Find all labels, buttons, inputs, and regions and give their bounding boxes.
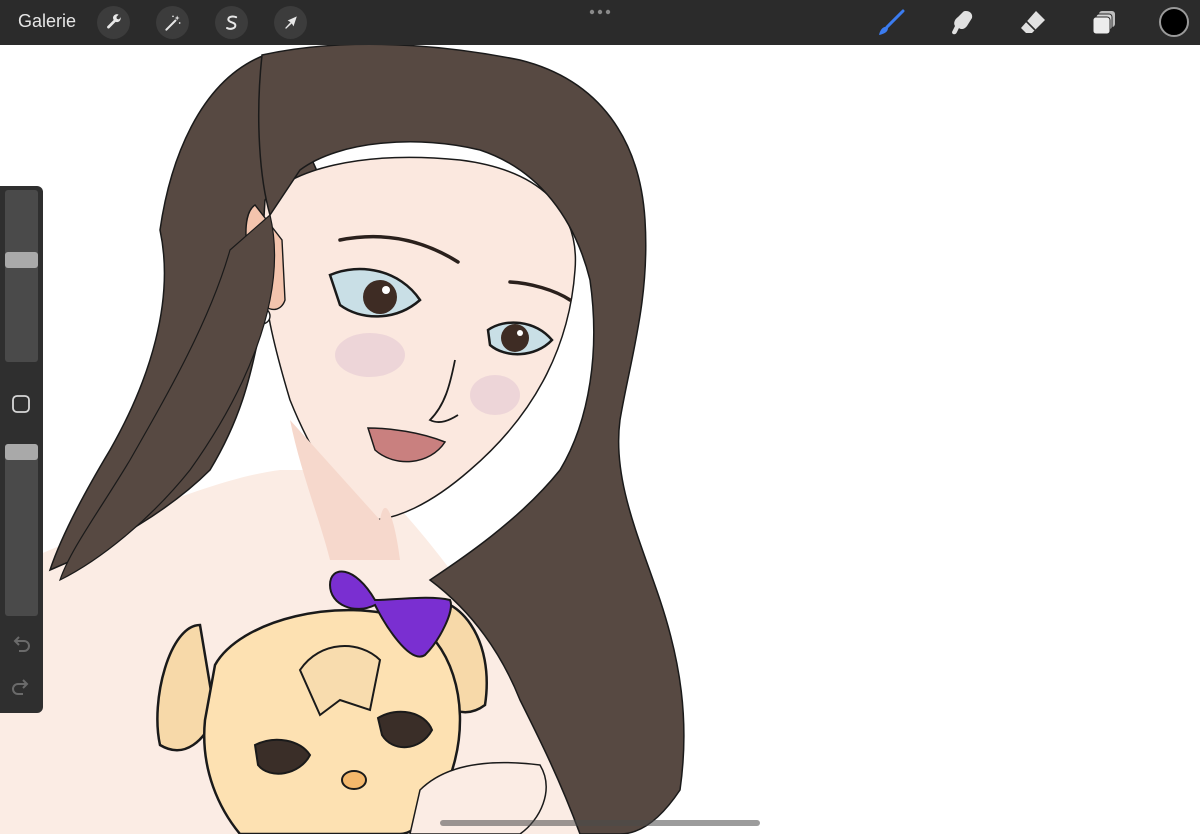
brush-size-slider[interactable] xyxy=(5,190,38,362)
home-indicator[interactable] xyxy=(440,820,760,826)
color-picker-button[interactable] xyxy=(1159,7,1189,37)
brush-size-thumb[interactable] xyxy=(5,252,38,268)
magic-wand-icon xyxy=(164,15,180,31)
wrench-icon xyxy=(106,13,121,28)
smudge-tool-button[interactable] xyxy=(945,6,979,40)
drawing-canvas[interactable] xyxy=(0,45,1200,834)
brush-icon xyxy=(879,9,905,35)
arrow-cursor-icon xyxy=(284,15,297,29)
smudge-icon xyxy=(952,11,973,35)
more-dots-icon[interactable] xyxy=(588,2,612,22)
undo-icon[interactable] xyxy=(10,633,32,655)
brush-sidebar xyxy=(0,186,43,713)
selection-button[interactable] xyxy=(215,6,248,39)
opacity-thumb[interactable] xyxy=(5,444,38,460)
adjustments-button[interactable] xyxy=(156,6,189,39)
eraser-tool-button[interactable] xyxy=(1016,6,1050,40)
gallery-button[interactable]: Galerie xyxy=(18,11,76,32)
iris-right xyxy=(501,324,529,352)
transform-button[interactable] xyxy=(274,6,307,39)
layers-tool-button[interactable] xyxy=(1087,6,1121,40)
brush-tool-button[interactable] xyxy=(874,6,908,40)
plush-beak xyxy=(341,770,367,790)
layers-icon xyxy=(1092,11,1115,35)
redo-icon[interactable] xyxy=(10,676,32,698)
selection-s-icon xyxy=(225,15,237,30)
square-icon[interactable] xyxy=(10,393,32,415)
blush-right xyxy=(470,375,520,415)
eraser-icon xyxy=(1021,11,1045,33)
iris-left xyxy=(363,280,397,314)
blush-left xyxy=(335,333,405,377)
opacity-slider[interactable] xyxy=(5,444,38,616)
top-toolbar: Galerie xyxy=(0,0,1200,45)
actions-button[interactable] xyxy=(97,6,130,39)
